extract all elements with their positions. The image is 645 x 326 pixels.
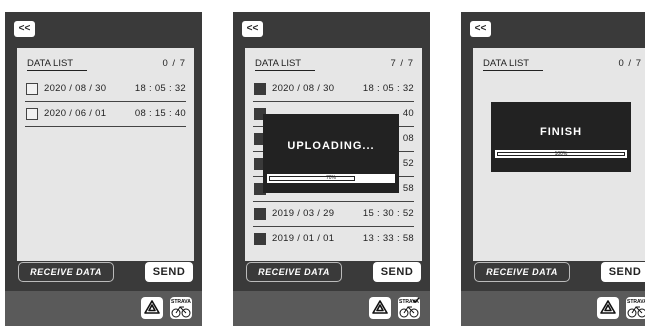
dialog-title: UPLOADING... <box>287 140 375 152</box>
strava-icon[interactable]: STRAVA <box>398 297 420 319</box>
row-time: 08 : 15 : 40 <box>134 108 186 119</box>
google-drive-icon[interactable] <box>141 297 163 319</box>
selected-count: 7 / 7 <box>390 58 414 69</box>
selected-count: 0 / 7 <box>618 58 642 69</box>
progress-percent: 70% <box>325 175 336 181</box>
list-item[interactable]: 2019 / 01 / 01 13 : 33 : 58 <box>253 227 414 252</box>
row-time: 08 <box>402 133 414 144</box>
row-time: 15 : 30 : 52 <box>362 208 414 219</box>
phone-screen-uploading: << DATA LIST 7 / 7 2020 / 08 / 30 18 : 0… <box>233 12 430 326</box>
data-list-panel: DATA LIST 0 / 7 FINISH 100% <box>473 48 645 261</box>
row-checkbox[interactable] <box>254 208 266 220</box>
strava-icon[interactable]: STRAVA <box>626 297 645 319</box>
back-button[interactable]: << <box>242 21 263 37</box>
row-time: 13 : 33 : 58 <box>362 233 414 244</box>
row-time: 58 <box>402 183 414 194</box>
list-item[interactable]: 2020 / 08 / 30 18 : 05 : 32 <box>25 77 186 102</box>
phone-screen-data-list: << DATA LIST 0 / 7 2020 / 08 / 30 18 : 0… <box>5 12 202 326</box>
list-title: DATA LIST <box>27 58 88 71</box>
row-checkbox[interactable] <box>26 83 38 95</box>
list-header: DATA LIST 0 / 7 <box>27 56 186 72</box>
list-item[interactable]: 2020 / 06 / 01 08 : 15 : 40 <box>25 102 186 127</box>
send-button[interactable]: SEND <box>373 262 421 282</box>
finish-dialog: FINISH 100% <box>491 102 631 172</box>
progress-bar: 70% <box>267 174 395 183</box>
row-date: 2019 / 03 / 29 <box>272 208 335 219</box>
list-header: DATA LIST 0 / 7 <box>483 56 642 72</box>
receive-data-button[interactable]: RECEIVE DATA <box>474 262 570 282</box>
strava-label: STRAVA <box>399 299 419 305</box>
phone-screen-finish: << DATA LIST 0 / 7 FINISH 100% RECEIVE D… <box>461 12 645 326</box>
list-header: DATA LIST 7 / 7 <box>255 56 414 72</box>
back-button[interactable]: << <box>14 21 35 37</box>
back-button[interactable]: << <box>470 21 491 37</box>
row-time: 18 : 05 : 32 <box>134 83 186 94</box>
receive-data-button[interactable]: RECEIVE DATA <box>246 262 342 282</box>
receive-data-button[interactable]: RECEIVE DATA <box>18 262 114 282</box>
row-date: 2020 / 08 / 30 <box>272 83 335 94</box>
send-button[interactable]: SEND <box>145 262 193 282</box>
data-rows: 2020 / 08 / 30 18 : 05 : 32 2020 / 06 / … <box>25 77 186 127</box>
row-date: 2019 / 01 / 01 <box>272 233 335 244</box>
row-date: 2020 / 08 / 30 <box>44 83 107 94</box>
send-button[interactable]: SEND <box>601 262 645 282</box>
google-drive-icon[interactable] <box>369 297 391 319</box>
strava-label: STRAVA <box>627 299 645 305</box>
selected-count: 0 / 7 <box>162 58 186 69</box>
google-drive-icon[interactable] <box>597 297 619 319</box>
strava-icon[interactable]: STRAVA <box>170 297 192 319</box>
bottom-app-bar: STRAVA <box>233 291 430 326</box>
row-checkbox[interactable] <box>254 83 266 95</box>
data-list-panel: DATA LIST 7 / 7 2020 / 08 / 30 18 : 05 :… <box>245 48 422 261</box>
row-date: 2020 / 06 / 01 <box>44 108 107 119</box>
data-list-panel: DATA LIST 0 / 7 2020 / 08 / 30 18 : 05 :… <box>17 48 194 261</box>
list-title: DATA LIST <box>483 58 544 71</box>
upload-progress-dialog: UPLOADING... 70% <box>263 114 399 193</box>
row-time: 40 <box>402 108 414 119</box>
dialog-title: FINISH <box>539 126 583 138</box>
row-time: 18 : 05 : 32 <box>362 83 414 94</box>
list-item[interactable]: 2020 / 08 / 30 18 : 05 : 32 <box>253 77 414 102</box>
progress-percent: 100% <box>554 151 568 157</box>
row-checkbox[interactable] <box>254 233 266 245</box>
bottom-app-bar: STRAVA <box>461 291 645 326</box>
list-item[interactable]: 2019 / 03 / 29 15 : 30 : 52 <box>253 202 414 227</box>
row-checkbox[interactable] <box>26 108 38 120</box>
progress-bar: 100% <box>495 150 627 158</box>
bottom-app-bar: STRAVA <box>5 291 202 326</box>
strava-label: STRAVA <box>171 299 191 305</box>
list-title: DATA LIST <box>255 58 316 71</box>
row-time: 52 <box>402 158 414 169</box>
